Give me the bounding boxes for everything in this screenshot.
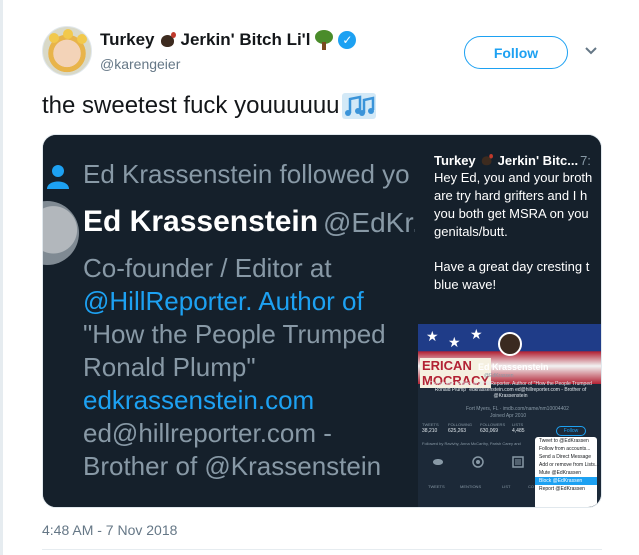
- list-tab-icon[interactable]: [512, 456, 524, 484]
- tweet-timestamp[interactable]: 4:48 AM - 7 Nov 2018: [42, 522, 177, 538]
- tweet-header: Turkey Jerkin' Bitch Li'l ✓ @karengeier …: [42, 26, 617, 82]
- stat-value-following: 625,263: [448, 428, 467, 434]
- divider: [42, 549, 602, 550]
- author-display-name[interactable]: Turkey Jerkin' Bitch Li'l ✓: [100, 30, 357, 50]
- pb-handle: @EdKrassen: [484, 373, 514, 379]
- page-edge: [0, 0, 3, 555]
- bio-line-1: Co-founder / Editor at: [83, 253, 332, 283]
- reply-name-part1: Turkey: [434, 152, 476, 168]
- tweet-text: the sweetest fuck youuuuuu: [42, 92, 376, 120]
- media-image-left[interactable]: Ed Krassenstein followed yo Ed Krassenst…: [43, 135, 415, 507]
- reply-line-4: genitals/butt.: [434, 224, 508, 239]
- pb-profile-name: Ed Krassenstein: [478, 362, 549, 372]
- profile-tab-icons: [418, 456, 538, 484]
- stat-label-lists: LISTS: [512, 422, 524, 427]
- profile-name: Ed Krassenstein: [83, 205, 319, 238]
- reply-author-name: Turkey Jerkin' Bitc... 7:: [434, 151, 591, 169]
- mentions-tab-icon[interactable]: [472, 456, 484, 484]
- menu-item-block[interactable]: Block @EdKrassen: [535, 477, 597, 485]
- chevron-down-icon[interactable]: [584, 44, 598, 58]
- author-name-part1: Turkey: [100, 30, 155, 49]
- pb-bio: Co-founder / Editor at @HillReporter. Au…: [429, 381, 592, 399]
- stat-label-tweets: TWEETS: [422, 422, 439, 427]
- menu-item-report[interactable]: Report @EdKrassen: [535, 485, 597, 493]
- stat-label-following: FOLLOWING: [448, 422, 473, 427]
- tweet-body: the sweetest fuck youuuuuu: [42, 92, 340, 119]
- menu-item-follow-from[interactable]: Follow from accounts...: [535, 445, 597, 453]
- reply-line-5: Have a great day cresting t: [434, 259, 590, 274]
- pb-location: Fort Myers, FL · imdb.com/name/nm1000440…: [466, 406, 569, 412]
- tweets-tab-icon[interactable]: [432, 456, 444, 484]
- profile-menu-dropdown[interactable]: Tweet to @EdKrassen Follow from accounts…: [535, 437, 599, 507]
- reply-line-3: you both get MSRA on you: [434, 206, 589, 221]
- bio-line-3: "How the People Trumped: [83, 319, 386, 349]
- tab-label-list: LIST: [502, 484, 511, 489]
- menu-item-mute[interactable]: Mute @EdKrassen: [535, 469, 597, 477]
- bio-line-6: ed@hillreporter.com -: [83, 418, 332, 448]
- turkey-icon: [159, 31, 177, 49]
- profile-handle: @EdKr...: [323, 207, 415, 238]
- menu-item-send-dm[interactable]: Send a Direct Message: [535, 453, 597, 461]
- bio-line-5: edkrassenstein.com: [83, 385, 315, 415]
- person-icon: [47, 165, 69, 189]
- author-handle[interactable]: @karengeier: [100, 56, 180, 72]
- reply-line-1: Hey Ed, you and your broth: [434, 170, 593, 185]
- media-image-right-top[interactable]: Turkey Jerkin' Bitc... 7: Hey Ed, you an…: [418, 135, 601, 321]
- tab-label-tweets: TWEETS: [428, 484, 445, 489]
- author-name-part2: Jerkin' Bitch Li'l: [180, 30, 311, 49]
- bio-line-4: Ronald Plump": [83, 352, 256, 382]
- stat-value-lists: 4,485: [512, 428, 525, 434]
- bio-line-2: @HillReporter. Author of: [83, 286, 364, 316]
- pb-follow-button[interactable]: Follow: [556, 426, 586, 436]
- banner-text-1: ERICAN: [422, 358, 472, 373]
- musical-notes-icon: [341, 93, 376, 119]
- profile-avatar: [498, 332, 522, 356]
- author-avatar[interactable]: [42, 26, 92, 76]
- tab-label-co: CO: [528, 484, 534, 489]
- stat-value-tweets: 38,210: [422, 428, 438, 434]
- follow-button[interactable]: Follow: [464, 36, 568, 69]
- tree-icon: [314, 30, 334, 50]
- media-image-right-bottom[interactable]: ★ ★ ★ ERICAN MOCRACY Ed Krassenstein @Ed…: [418, 324, 601, 507]
- menu-item-tweet-to[interactable]: Tweet to @EdKrassen: [535, 437, 597, 445]
- verified-badge-icon: ✓: [338, 31, 357, 49]
- reply-name-part2: Jerkin' Bitc...: [497, 152, 579, 168]
- turkey-icon: [480, 153, 494, 167]
- reply-line-2: are try hard grifters and I h: [434, 188, 588, 203]
- bio-line-7: Brother of @Krassenstein: [83, 451, 382, 481]
- ed-avatar: [43, 201, 79, 265]
- pb-followed-by: Followed by Ravivhy, Anna McCarthy, Pari…: [422, 441, 521, 446]
- tab-label-mentions: MENTIONS: [460, 484, 482, 489]
- tweet-media[interactable]: Ed Krassenstein followed yo Ed Krassenst…: [42, 134, 602, 508]
- reply-time: 7:: [580, 152, 591, 168]
- reply-line-6: blue wave!: [434, 277, 497, 292]
- pb-joined: Joined Apr 2010: [490, 413, 527, 419]
- stat-value-followers: 630,069: [480, 428, 499, 434]
- stat-label-followers: FOLLOWERS: [480, 422, 506, 427]
- followed-notice: Ed Krassenstein followed yo: [83, 159, 410, 189]
- menu-item-add-lists[interactable]: Add or remove from Lists...: [535, 461, 599, 469]
